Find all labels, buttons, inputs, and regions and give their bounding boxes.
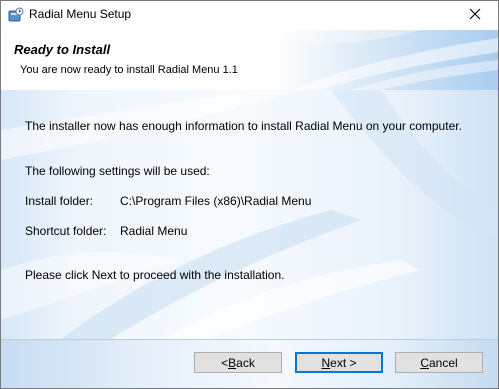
header-banner: Ready to Install You are now ready to in…	[1, 30, 498, 90]
content-area: The installer now has enough information…	[1, 90, 498, 339]
banner-graphic	[251, 30, 498, 90]
cancel-button-accel: C	[420, 355, 429, 370]
install-folder-value: C:\Program Files (x86)\Radial Menu	[120, 194, 312, 208]
cancel-button[interactable]: Cancel	[395, 352, 483, 373]
close-icon	[469, 8, 481, 23]
next-button-accel: N	[321, 355, 331, 370]
proceed-text: Please click Next to proceed with the in…	[25, 268, 285, 282]
shortcut-folder-label: Shortcut folder:	[25, 224, 107, 238]
button-bar: < Back Next > Cancel	[1, 339, 498, 388]
next-button[interactable]: Next >	[295, 352, 383, 373]
back-button-label: ack	[236, 355, 255, 370]
next-button-label: ext >	[330, 355, 357, 370]
window-title: Radial Menu Setup	[29, 7, 132, 21]
cancel-button-label: ancel	[428, 355, 458, 370]
back-button-accel: B	[228, 355, 237, 370]
back-button-prefix: <	[221, 355, 229, 370]
title-bar: Radial Menu Setup	[1, 1, 498, 29]
page-subtitle: You are now ready to install Radial Menu…	[20, 64, 238, 76]
installer-window: Radial Menu Setup Ready to Install You a…	[0, 0, 499, 389]
back-button[interactable]: < Back	[194, 352, 282, 373]
installer-icon	[8, 7, 24, 23]
page-title: Ready to Install	[14, 42, 111, 57]
close-button[interactable]	[452, 1, 498, 29]
settings-heading: The following settings will be used:	[25, 164, 210, 178]
install-folder-label: Install folder:	[25, 194, 94, 208]
shortcut-folder-value: Radial Menu	[120, 224, 188, 238]
intro-text: The installer now has enough information…	[25, 119, 462, 133]
